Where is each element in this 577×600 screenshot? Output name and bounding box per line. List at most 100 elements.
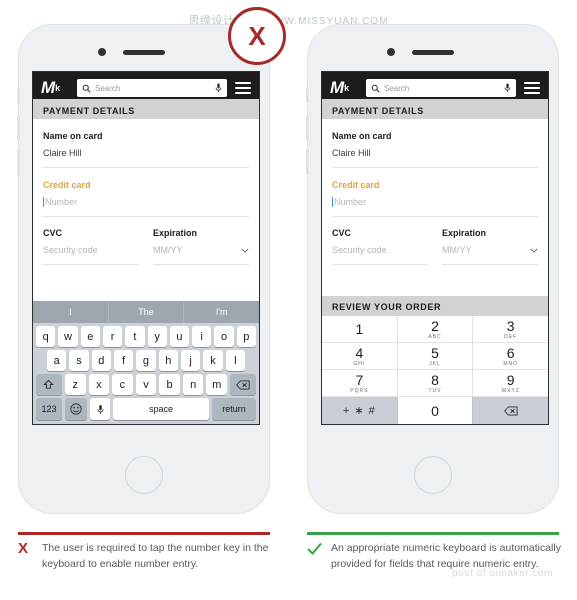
volume-down-button [306,149,309,175]
numpad-key-2[interactable]: 2 ABC [397,316,474,343]
row-cvc-expiration: CVC Security code Expiration MM/YY [43,217,249,265]
key-u[interactable]: u [169,326,190,347]
field-cvc[interactable]: CVC Security code [332,217,428,265]
value-name-on-card: Claire Hill [332,148,371,158]
key-x[interactable]: x [88,374,110,395]
chevron-down-icon[interactable] [530,248,538,253]
panel-good-example: Mk Search PAYMENT DETAILS Name on card C… [289,0,577,600]
field-expiration[interactable]: Expiration MM/YY [442,217,538,265]
numpad-symbols-label: + ∗ # [342,405,376,417]
key-k[interactable]: k [203,350,223,371]
numpad-key-9[interactable]: 9 WXYZ [473,370,548,397]
field-expiration[interactable]: Expiration MM/YY [153,217,249,265]
key-n[interactable]: n [182,374,204,395]
key-h[interactable]: h [158,350,178,371]
x-icon: X [248,21,266,51]
numpad-key-5[interactable]: 5 JKL [397,343,474,370]
numpad-digit: 2 [431,317,439,334]
review-order-title: REVIEW YOUR ORDER [332,302,442,312]
field-credit-card[interactable]: Credit card Number [43,168,249,217]
key-q[interactable]: q [36,326,56,347]
credit-card-placeholder-text: Number [45,197,78,207]
field-name-on-card[interactable]: Name on card Claire Hill [332,119,538,168]
logo-mark: k [344,83,349,93]
numpad-key-3[interactable]: 3 DEF [473,316,548,343]
placeholder-expiration: MM/YY [442,245,472,255]
numpad-backspace-key[interactable] [473,397,548,424]
suggestion-1[interactable]: The [109,301,185,323]
key-y[interactable]: y [147,326,167,347]
key-c[interactable]: c [112,374,133,395]
placeholder-credit-card: Number [332,197,538,207]
microphone-icon[interactable] [504,83,511,93]
shift-icon[interactable] [35,374,62,395]
field-cvc[interactable]: CVC Security code [43,217,139,265]
key-p[interactable]: p [236,326,256,347]
key-v[interactable]: v [135,374,157,395]
search-input[interactable]: Search [366,79,516,97]
volume-down-button [17,149,20,175]
key-d[interactable]: d [91,350,111,371]
key-f[interactable]: f [114,350,134,371]
hamburger-menu-icon[interactable] [235,82,251,94]
key-g[interactable]: g [136,350,156,371]
dictation-microphone-icon[interactable] [90,398,110,420]
key-r[interactable]: r [102,326,123,347]
value-name-on-card: Claire Hill [43,148,82,158]
numpad-key-6[interactable]: 6 MNO [473,343,548,370]
emoji-icon[interactable] [65,398,87,420]
numpad-key-4[interactable]: 4 GHI [322,343,398,370]
numpad-key-7[interactable]: 7 PQRS [322,370,398,397]
panel-bad-example: X Mk Search PAYMENT DETAILS Name on card… [0,0,288,600]
key-l[interactable]: l [225,350,245,371]
numeric-keypad[interactable]: REVIEW YOUR ORDER 1 2 ABC 3 DEF 4 GHI 5 … [322,296,548,424]
key-s[interactable]: s [69,350,89,371]
microphone-icon[interactable] [215,83,222,93]
app-logo[interactable]: Mk [41,79,69,97]
numpad-key-1[interactable]: 1 [322,316,398,343]
key-t[interactable]: t [125,326,145,347]
home-button[interactable] [414,456,452,494]
qwerty-keyboard[interactable]: I The I'm q w e r t y u i o p a s d f g … [33,301,259,424]
suggestion-0[interactable]: I [33,301,109,323]
divider-good [307,532,559,535]
key-w[interactable]: w [58,326,78,347]
divider-bad [18,532,270,535]
field-name-on-card[interactable]: Name on card Claire Hill [43,119,249,168]
label-name-on-card: Name on card [43,131,103,141]
text-caret [43,197,44,207]
label-credit-card: Credit card [43,180,91,190]
numpad-symbols-key[interactable]: + ∗ # [322,397,398,424]
numpad-row-1: 1 2 ABC 3 DEF [322,316,548,343]
numpad-key-0[interactable]: 0 [397,397,474,424]
key-o[interactable]: o [214,326,234,347]
space-key[interactable]: space [113,398,209,420]
phone-mockup-good: Mk Search PAYMENT DETAILS Name on card C… [306,24,559,514]
numbers-key[interactable]: 123 [36,398,62,420]
app-logo[interactable]: Mk [330,79,358,97]
logo-mark: k [55,83,60,93]
key-b[interactable]: b [159,374,180,395]
key-e[interactable]: e [80,326,100,347]
label-credit-card: Credit card [332,180,380,190]
logo-letter: M [330,78,344,97]
hamburger-menu-icon[interactable] [524,82,540,94]
home-button[interactable] [125,456,163,494]
phone-screen-good: Mk Search PAYMENT DETAILS Name on card C… [321,71,549,425]
caption-bad-text: The user is required to tap the number k… [42,542,269,570]
search-input[interactable]: Search [77,79,227,97]
numpad-digit: 4 [355,344,364,361]
key-j[interactable]: j [180,350,201,371]
key-z[interactable]: z [64,374,86,395]
return-key[interactable]: return [212,398,256,420]
phone-mockup-bad: Mk Search PAYMENT DETAILS Name on card C… [17,24,270,514]
phone-screen-bad: Mk Search PAYMENT DETAILS Name on card C… [32,71,260,425]
key-m[interactable]: m [206,374,228,395]
suggestion-2[interactable]: I'm [184,301,259,323]
numpad-key-8[interactable]: 8 TUV [397,370,474,397]
backspace-icon[interactable] [230,374,257,395]
key-i[interactable]: i [192,326,212,347]
chevron-down-icon[interactable] [241,248,249,253]
field-credit-card[interactable]: Credit card Number [332,168,538,217]
key-a[interactable]: a [47,350,67,371]
